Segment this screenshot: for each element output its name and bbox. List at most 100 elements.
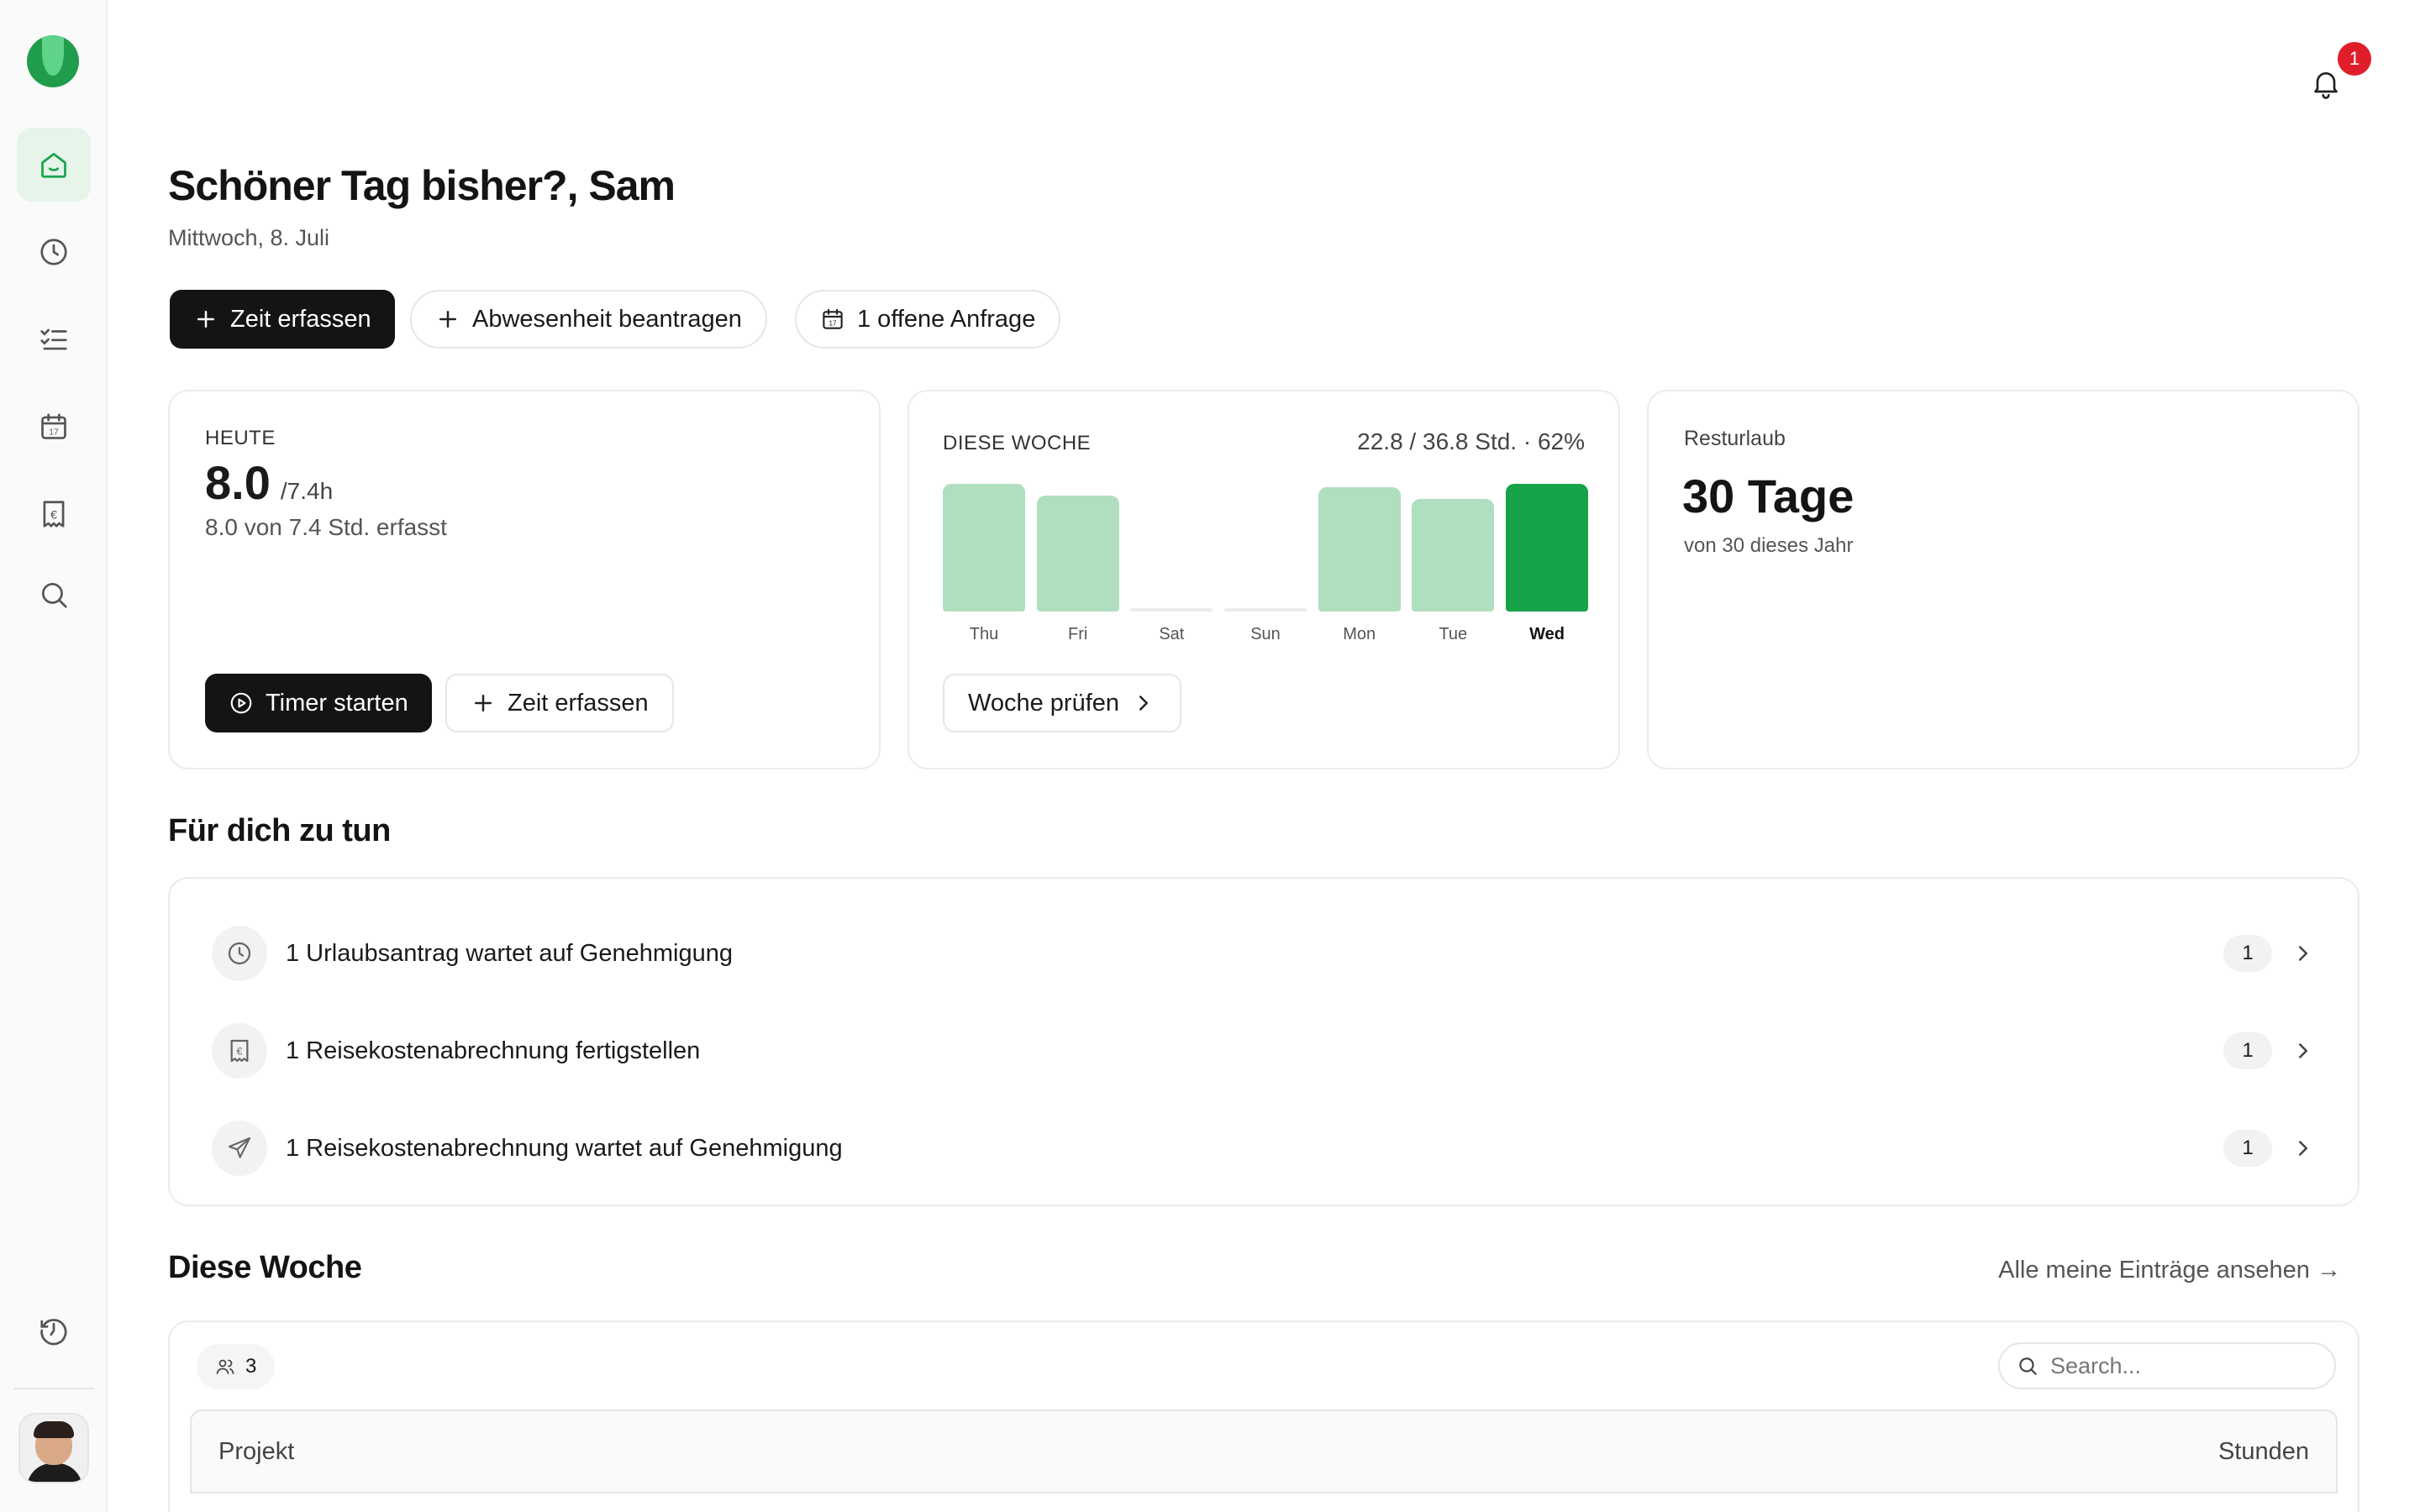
week-chart: Thu Fri Sat Sun Mon Tue Wed — [943, 484, 1588, 652]
vacation-sub: von 30 dieses Jahr — [1684, 534, 1854, 557]
page-title: Schöner Tag bisher?, Sam — [168, 162, 676, 209]
chart-bar-sat[interactable] — [1130, 608, 1213, 612]
calendar-icon: 17 — [823, 308, 843, 329]
table-header: Projekt Stunden — [190, 1410, 2338, 1494]
vacation-card: Resturlaub 30 Tage von 30 dieses Jahr — [1647, 390, 2360, 769]
play-circle-icon — [230, 692, 252, 714]
review-week-button[interactable]: Woche prüfen — [943, 674, 1182, 732]
today-target: /7.4h — [280, 478, 334, 504]
log-time-button[interactable]: Zeit erfassen — [170, 290, 395, 349]
today-log-time-button[interactable]: Zeit erfassen — [445, 674, 674, 732]
calendar-icon: 17 — [41, 413, 66, 439]
receipt-euro-icon: € — [230, 1039, 249, 1063]
todo-icon-wrap — [212, 926, 267, 981]
today-label: HEUTE — [205, 427, 276, 449]
search-field[interactable]: Search... — [1998, 1342, 2336, 1389]
chevron-right-icon — [2299, 1043, 2307, 1058]
members-filter[interactable]: 3 — [197, 1344, 276, 1389]
svg-text:€: € — [237, 1046, 243, 1058]
current-date: Mittwoch, 8. Juli — [168, 225, 330, 250]
todo-count: 1 — [2223, 1130, 2272, 1167]
nav-home[interactable] — [17, 128, 91, 202]
chart-label-thu: Thu — [969, 625, 999, 643]
todo-card: 1 Urlaubsantrag wartet auf Genehmigung 1… — [168, 877, 2360, 1206]
chart-label-fri: Fri — [1067, 625, 1088, 643]
nav-history[interactable] — [17, 1294, 91, 1368]
home-icon — [41, 152, 66, 178]
nav-expenses[interactable]: € — [17, 477, 91, 551]
column-project[interactable]: Projekt — [218, 1438, 294, 1466]
receipt-euro-icon: € — [43, 501, 65, 528]
chart-label-wed: Wed — [1529, 625, 1565, 643]
svg-text:17: 17 — [829, 320, 837, 328]
chart-bar-mon[interactable] — [1318, 487, 1401, 612]
nav-calendar[interactable]: 17 — [17, 390, 91, 464]
todo-text: 1 Reisekostenabrechnung wartet auf Geneh… — [286, 1134, 843, 1162]
chevron-right-icon — [1139, 696, 1149, 711]
todo-item[interactable]: € 1 Reisekostenabrechnung fertigstellen … — [212, 1021, 2316, 1080]
todo-title: Für dich zu tun — [168, 813, 391, 848]
todo-text: 1 Reisekostenabrechnung fertigstellen — [286, 1037, 701, 1064]
bell-icon — [2314, 72, 2338, 99]
clock-icon — [228, 942, 251, 965]
todo-item[interactable]: 1 Reisekostenabrechnung wartet auf Geneh… — [212, 1119, 2316, 1178]
week-card: DIESE WOCHE 22.8 / 36.8 Std. · 62% Thu Fr… — [908, 390, 1620, 769]
column-hours[interactable]: Stunden — [2218, 1438, 2309, 1466]
plus-icon — [475, 695, 492, 711]
open-requests-button[interactable]: 17 1 offene Anfrage — [795, 290, 1061, 349]
user-avatar[interactable] — [18, 1413, 89, 1483]
checklist-icon — [40, 328, 67, 350]
members-count: 3 — [245, 1355, 257, 1378]
chevron-right-icon — [2299, 946, 2307, 961]
todo-text: 1 Urlaubsantrag wartet auf Genehmigung — [286, 939, 733, 967]
plane-icon — [228, 1137, 251, 1158]
chart-bar-wed[interactable] — [1506, 484, 1588, 612]
sidebar: 17 € — [0, 0, 108, 1512]
chart-bar-fri[interactable] — [1036, 496, 1119, 612]
history-icon — [40, 1319, 67, 1346]
todo-icon-wrap: € — [212, 1023, 267, 1079]
request-absence-label: Abwesenheit beantragen — [472, 305, 742, 333]
notification-badge: 1 — [2338, 42, 2371, 76]
request-absence-button[interactable]: Abwesenheit beantragen — [410, 290, 767, 349]
chart-bar-sun[interactable] — [1224, 608, 1307, 612]
this-week-title: Diese Woche — [168, 1250, 362, 1285]
svg-text:€: € — [50, 509, 57, 522]
nav-search[interactable] — [17, 558, 91, 632]
nav-tasks[interactable] — [17, 302, 91, 376]
start-timer-button[interactable]: Timer starten — [205, 674, 432, 732]
app-logo[interactable] — [27, 35, 79, 87]
chart-bar-thu[interactable] — [943, 484, 1025, 612]
chart-bar-tue[interactable] — [1412, 499, 1495, 612]
today-card: HEUTE 8.0 /7.4h 8.0 von 7.4 Std. erfasst… — [168, 390, 881, 769]
sidebar-divider — [13, 1388, 94, 1389]
today-hours: 8.0 — [205, 456, 271, 509]
chart-label-tue: Tue — [1439, 625, 1468, 643]
search-placeholder: Search... — [2050, 1352, 2142, 1378]
chart-label-sun: Sun — [1250, 625, 1281, 643]
review-week-label: Woche prüfen — [968, 689, 1120, 717]
todo-count: 1 — [2223, 935, 2272, 972]
todo-count: 1 — [2223, 1032, 2272, 1069]
week-summary: 22.8 / 36.8 Std. · 62% — [1357, 428, 1585, 454]
start-timer-label: Timer starten — [266, 689, 408, 717]
search-icon — [2019, 1357, 2037, 1375]
chart-label-mon: Mon — [1343, 625, 1376, 643]
view-all-entries-link[interactable]: Alle meine Einträge ansehen → — [1998, 1257, 2341, 1284]
chart-label-sat: Sat — [1159, 625, 1185, 643]
search-icon — [41, 582, 67, 608]
plus-icon — [197, 311, 214, 328]
todo-icon-wrap — [212, 1121, 267, 1176]
vacation-label: Resturlaub — [1684, 427, 1786, 450]
plus-icon — [439, 311, 456, 328]
svg-text:17: 17 — [49, 428, 59, 438]
notifications-button[interactable] — [2309, 66, 2343, 101]
today-summary: 8.0 von 7.4 Std. erfasst — [205, 514, 447, 540]
open-requests-label: 1 offene Anfrage — [857, 305, 1036, 333]
todo-item[interactable]: 1 Urlaubsantrag wartet auf Genehmigung 1 — [212, 924, 2316, 983]
today-log-time-label: Zeit erfassen — [508, 689, 649, 717]
clock-icon — [40, 239, 67, 265]
nav-time[interactable] — [17, 215, 91, 289]
users-icon — [216, 1359, 234, 1374]
chevron-right-icon — [2299, 1141, 2307, 1156]
